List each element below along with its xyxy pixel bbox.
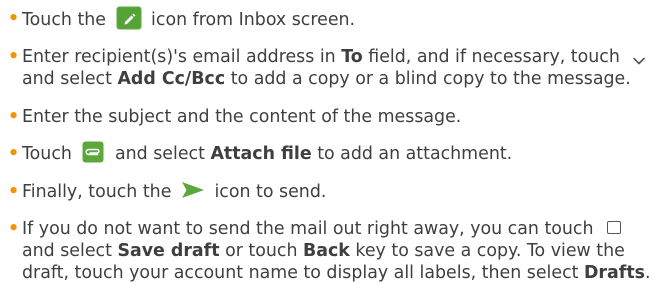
bullet: • — [8, 182, 20, 202]
step-5-line-1: Finally, touch the icon to send. — [22, 181, 326, 203]
step-text: If you do not want to send the mail out … — [22, 219, 594, 239]
step-1-line-1: Touch the icon from Inbox screen. — [22, 6, 356, 30]
step-text: . — [644, 263, 651, 283]
step-text: or touch — [225, 241, 298, 261]
bullet: • — [8, 9, 20, 29]
step-text: and select — [114, 144, 205, 164]
step-6-line-1: If you do not want to send the mail out … — [22, 218, 622, 240]
step-text: icon to send. — [214, 182, 327, 202]
chevron-down-icon — [632, 50, 646, 65]
bullet: • — [8, 107, 20, 127]
instruction-list: • Touch the icon from Inbox screen. • En… — [0, 0, 653, 283]
step-text: key to save a copy. To view the — [355, 241, 625, 261]
step-text: to add a copy or a blind copy to the mes… — [230, 69, 631, 89]
step-6-line-3: draft, touch your account name to displa… — [22, 262, 651, 284]
menu-option-add-cc-bcc: Add Cc/Bcc — [117, 69, 226, 89]
step-text: to add an attachment. — [317, 144, 513, 164]
step-6-line-2: and select Save draft or touch Back key … — [22, 240, 625, 262]
paperclip-icon — [82, 141, 104, 163]
step-text: Finally, touch the — [22, 182, 172, 202]
step-2-line-1: Enter recipient(s)'s email address in To… — [22, 46, 646, 68]
step-text: field, and if necessary, touch — [368, 47, 620, 67]
step-text: icon from Inbox screen. — [151, 10, 356, 30]
field-name-to: To — [341, 47, 363, 67]
step-text: Touch — [22, 144, 72, 164]
step-3-line-1: Enter the subject and the content of the… — [22, 106, 461, 128]
menu-option-save-draft: Save draft — [117, 241, 220, 261]
key-name-back: Back — [303, 241, 350, 261]
step-text: Enter the subject and the content of the… — [22, 107, 462, 127]
step-text: draft, touch your account name to displa… — [22, 263, 579, 283]
send-icon — [181, 180, 205, 200]
compose-icon — [116, 6, 142, 30]
bullet: • — [8, 219, 20, 239]
menu-option-attach-file: Attach file — [210, 144, 312, 164]
step-text: Enter recipient(s)'s email address in — [22, 47, 336, 67]
step-text: and select — [22, 69, 112, 89]
checkbox-icon — [607, 220, 622, 234]
step-text: Touch the — [22, 10, 106, 30]
step-4-line-1: Touch and select Attach file to add an a… — [22, 141, 513, 165]
step-text: and select — [22, 241, 112, 261]
label-name-drafts: Drafts — [584, 263, 645, 283]
bullet: • — [8, 144, 20, 164]
step-2-line-2: and select Add Cc/Bcc to add a copy or a… — [22, 68, 631, 90]
bullet: • — [8, 47, 20, 67]
